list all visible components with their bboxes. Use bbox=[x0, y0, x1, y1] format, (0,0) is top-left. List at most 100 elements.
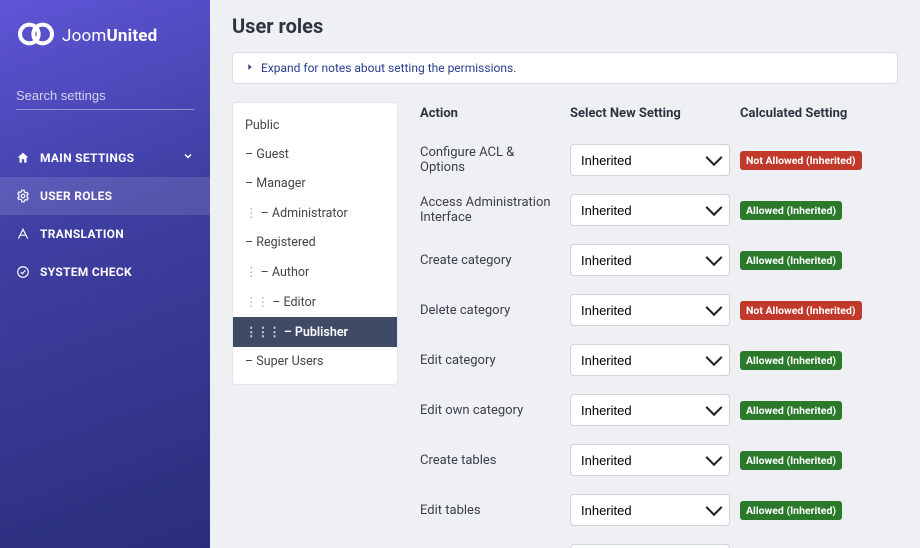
col-action: Action bbox=[420, 106, 570, 121]
role-tree-item[interactable]: ⋮ ⋮ ⋮ – Publisher bbox=[233, 317, 397, 347]
sidebar-item-translation[interactable]: TRANSLATION bbox=[0, 215, 210, 253]
permission-row: Delete categoryInherited Not Allowed (Inh… bbox=[420, 285, 898, 335]
permission-select-wrap: Inherited bbox=[570, 344, 730, 376]
permission-action: Edit tables bbox=[420, 503, 570, 518]
permission-calculated: Not Allowed (Inherited) bbox=[740, 151, 898, 170]
role-tree-item-label: – Publisher bbox=[284, 325, 348, 340]
sidebar-item-label: USER ROLES bbox=[40, 189, 112, 203]
page-title: User roles bbox=[232, 14, 898, 38]
role-tree-item-label: Public bbox=[245, 118, 279, 133]
role-tree-item-label: – Registered bbox=[245, 235, 316, 250]
permission-select-wrap: Inherited bbox=[570, 494, 730, 526]
sidebar-item-label: SYSTEM CHECK bbox=[40, 265, 132, 279]
role-tree-item[interactable]: ⋮ – Administrator bbox=[233, 198, 397, 228]
permission-calculated: Allowed (Inherited) bbox=[740, 501, 898, 520]
badge-allowed: Allowed (Inherited) bbox=[740, 201, 842, 220]
main-content: User roles Expand for notes about settin… bbox=[210, 0, 920, 548]
permission-row: Create categoryInherited Allowed (Inherit… bbox=[420, 235, 898, 285]
badge-allowed: Allowed (Inherited) bbox=[740, 251, 842, 270]
permission-row: Edit tablesInherited Allowed (Inherited) bbox=[420, 485, 898, 535]
role-tree-item[interactable]: – Super Users bbox=[233, 347, 397, 376]
role-tree: Public– Guest– Manager⋮ – Administrator–… bbox=[232, 102, 398, 385]
content: Public– Guest– Manager⋮ – Administrator–… bbox=[232, 102, 898, 548]
permission-calculated: Allowed (Inherited) bbox=[740, 201, 898, 220]
permission-action: Edit category bbox=[420, 353, 570, 368]
permission-action: Configure ACL & Options bbox=[420, 145, 570, 175]
permission-action: Edit own category bbox=[420, 403, 570, 418]
col-setting: Select New Setting bbox=[570, 106, 740, 121]
permission-select[interactable]: Inherited bbox=[570, 294, 730, 326]
sidebar-item-main-settings[interactable]: MAIN SETTINGS bbox=[0, 138, 210, 177]
role-tree-item[interactable]: – Registered bbox=[233, 228, 397, 257]
role-tree-item[interactable]: ⋮ ⋮ – Editor bbox=[233, 287, 397, 317]
col-calculated: Calculated Setting bbox=[740, 106, 898, 121]
permission-select[interactable]: Inherited bbox=[570, 194, 730, 226]
sidebar: JoomUnited MAIN SETTINGS USER ROLES TRAN… bbox=[0, 0, 210, 548]
permission-row: Configure ACL & OptionsInherited Not Allo… bbox=[420, 135, 898, 185]
search-input[interactable] bbox=[16, 82, 194, 110]
brand-logo: JoomUnited bbox=[0, 20, 210, 82]
role-tree-item-label: – Author bbox=[261, 265, 310, 280]
sidebar-item-label: MAIN SETTINGS bbox=[40, 151, 134, 165]
caret-right-icon bbox=[245, 61, 255, 75]
permission-row: Create tablesInherited Allowed (Inherited… bbox=[420, 435, 898, 485]
permission-row: Edit categoryInherited Allowed (Inherited… bbox=[420, 335, 898, 385]
brand-name-bold: United bbox=[106, 26, 157, 46]
permission-calculated: Allowed (Inherited) bbox=[740, 351, 898, 370]
permission-select[interactable]: Inherited bbox=[570, 244, 730, 276]
permission-action: Delete category bbox=[420, 303, 570, 318]
permission-select-wrap: Inherited bbox=[570, 244, 730, 276]
permission-row: Edit own tablesInheritedAllowed (Inherit… bbox=[420, 535, 898, 548]
sidebar-item-system-check[interactable]: SYSTEM CHECK bbox=[0, 253, 210, 291]
brand-name-light: Joom bbox=[62, 26, 106, 46]
permission-select-wrap: Inherited bbox=[570, 194, 730, 226]
permissions-rows: Configure ACL & OptionsInheritedNot Allo… bbox=[420, 135, 898, 548]
badge-allowed: Allowed (Inherited) bbox=[740, 401, 842, 420]
permission-select[interactable]: Inherited bbox=[570, 394, 730, 426]
permission-select[interactable]: Inherited bbox=[570, 144, 730, 176]
permission-select[interactable]: Inherited bbox=[570, 544, 730, 548]
role-tree-item[interactable]: ⋮ – Author bbox=[233, 257, 397, 287]
notes-banner[interactable]: Expand for notes about setting the permi… bbox=[232, 52, 898, 84]
permission-select-wrap: Inherited bbox=[570, 544, 730, 548]
chevron-down-icon bbox=[182, 150, 194, 165]
role-tree-item-label: – Super Users bbox=[245, 354, 323, 369]
permission-select[interactable]: Inherited bbox=[570, 444, 730, 476]
role-tree-item-label: – Administrator bbox=[261, 206, 348, 221]
permission-select[interactable]: Inherited bbox=[570, 494, 730, 526]
role-tree-item[interactable]: Public bbox=[233, 111, 397, 140]
translate-icon bbox=[16, 227, 30, 241]
check-circle-icon bbox=[16, 265, 30, 279]
sidebar-item-user-roles[interactable]: USER ROLES bbox=[0, 177, 210, 215]
permission-select-wrap: Inherited bbox=[570, 144, 730, 176]
badge-not-allowed: Not Allowed (Inherited) bbox=[740, 151, 862, 170]
permission-select-wrap: Inherited bbox=[570, 444, 730, 476]
search-wrap bbox=[0, 82, 210, 118]
role-tree-item-label: – Editor bbox=[272, 295, 316, 310]
home-icon bbox=[16, 151, 30, 165]
gear-icon bbox=[16, 189, 30, 203]
permission-select-wrap: Inherited bbox=[570, 294, 730, 326]
notes-banner-text: Expand for notes about setting the permi… bbox=[261, 61, 516, 75]
badge-allowed: Allowed (Inherited) bbox=[740, 351, 842, 370]
permission-action: Create category bbox=[420, 253, 570, 268]
role-tree-item-label: – Guest bbox=[245, 147, 289, 162]
permissions-header: Action Select New Setting Calculated Set… bbox=[420, 102, 898, 135]
permission-row: Access Administration InterfaceInherited… bbox=[420, 185, 898, 235]
permission-calculated: Allowed (Inherited) bbox=[740, 251, 898, 270]
permission-select-wrap: Inherited bbox=[570, 394, 730, 426]
permission-calculated: Not Allowed (Inherited) bbox=[740, 301, 898, 320]
role-tree-item[interactable]: – Guest bbox=[233, 140, 397, 169]
logo-icon bbox=[16, 20, 56, 52]
role-tree-item[interactable]: – Manager bbox=[233, 169, 397, 198]
permission-action: Create tables bbox=[420, 453, 570, 468]
permissions-area: Action Select New Setting Calculated Set… bbox=[420, 102, 898, 548]
permission-select[interactable]: Inherited bbox=[570, 344, 730, 376]
permission-action: Access Administration Interface bbox=[420, 195, 570, 225]
sidebar-nav: MAIN SETTINGS USER ROLES TRANSLATION SYS… bbox=[0, 138, 210, 291]
role-tree-item-label: – Manager bbox=[245, 176, 306, 191]
brand-name: JoomUnited bbox=[62, 26, 157, 46]
badge-allowed: Allowed (Inherited) bbox=[740, 451, 842, 470]
sidebar-item-label: TRANSLATION bbox=[40, 227, 124, 241]
permission-calculated: Allowed (Inherited) bbox=[740, 451, 898, 470]
